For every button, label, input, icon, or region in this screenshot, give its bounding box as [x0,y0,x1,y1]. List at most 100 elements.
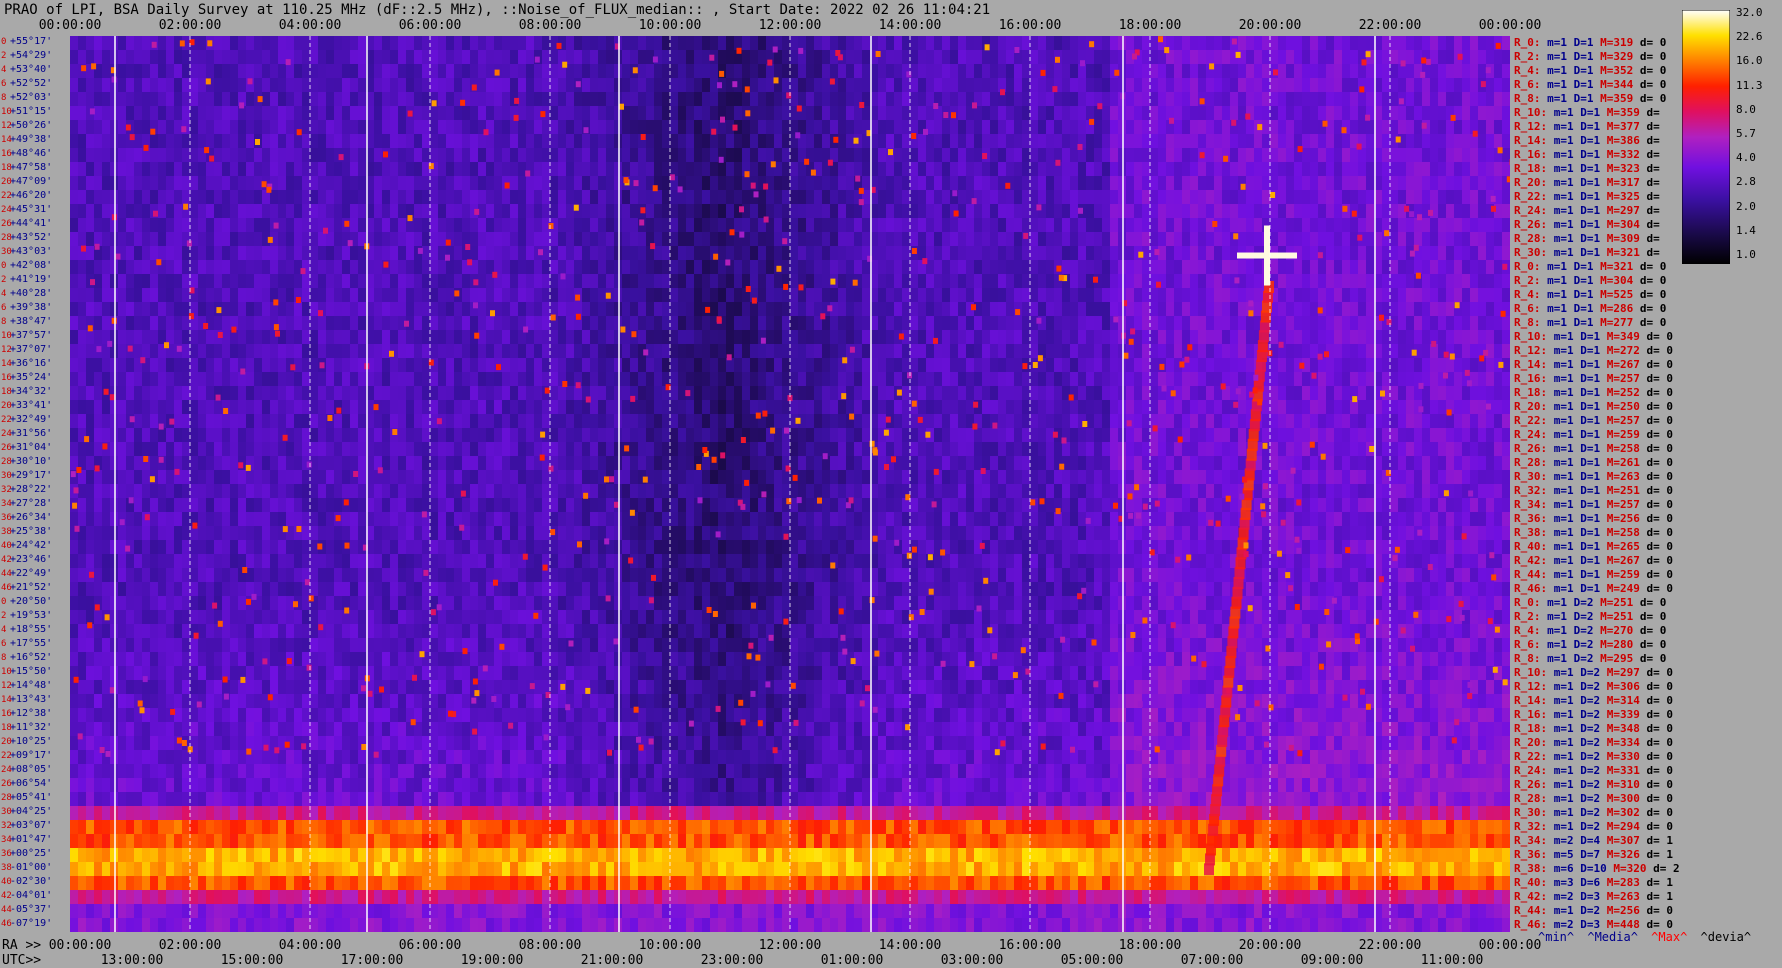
row-index: 22 [1,751,12,761]
stat-min: m=1 [1547,91,1574,105]
stat-row: R_4: m=1 D=1 M=525 d= 0 [1514,288,1666,301]
row-index: 12 [1,681,12,691]
colorbar-tick-label: 4.0 [1736,151,1756,165]
stat-devia: d= 0 [1646,553,1674,567]
stat-row: R_40: m=3 D=6 M=283 d= 1 [1514,875,1673,889]
stat-median: D=1 [1580,343,1607,357]
stat-devia: d= 0 [1646,749,1674,763]
stat-max: M=302 [1606,805,1647,819]
stat-min: m=1 [1553,679,1581,693]
stat-row: R_16: m=1 D=2 M=339 d= 0 [1514,707,1673,721]
stat-devia: d= [1646,105,1660,119]
stat-min: m=1 [1547,77,1574,91]
declination-label: +27°28' [10,498,53,509]
stat-row: R_46: m=1 D=1 M=249 d= 0 [1514,582,1673,595]
stat-max: M=329 [1600,49,1640,63]
declination-label: -04°01' [10,890,53,901]
colorbar-tick-label: 2.8 [1736,175,1756,189]
stat-row-id: R_24: [1514,763,1554,777]
stat-min: m=1 [1553,357,1581,371]
stat-max: M=352 [1600,63,1640,77]
stat-row-id: R_4: [1514,623,1548,637]
stat-row: R_44: m=1 D=2 M=256 d= 0 [1514,904,1673,917]
stat-min: m=1 [1553,805,1581,819]
stat-min: m=1 [1553,553,1581,567]
stat-row: R_32: m=1 D=1 M=251 d= 0 [1514,484,1673,497]
stat-row-id: R_36: [1514,511,1554,525]
row-index: 44 [1,905,12,915]
stat-devia: d= [1646,189,1660,203]
stat-median: D=1 [1573,35,1601,49]
stat-devia: d= 0 [1646,357,1674,371]
ra-tick-label: 18:00:00 [1118,938,1182,953]
declination-label: +54°29' [10,50,53,61]
stat-row-id: R_12: [1514,343,1554,357]
ra-tick-label: 02:00:00 [158,938,222,953]
stat-max: M=258 [1606,441,1647,455]
stat-row: R_28: m=1 D=2 M=300 d= 0 [1514,791,1673,805]
stat-row: R_24: m=1 D=1 M=297 d= [1514,204,1660,217]
stat-median: D=1 [1580,147,1607,161]
stat-row: R_22: m=1 D=1 M=257 d= 0 [1514,414,1673,427]
stat-devia: d= 0 [1646,525,1674,539]
declination-label: +05°41' [10,792,53,803]
stat-devia: d= [1646,161,1660,175]
stat-median: D=1 [1580,469,1607,483]
stat-devia: d= 0 [1639,91,1667,105]
stat-median: D=3 [1580,917,1607,931]
stat-max: M=325 [1606,189,1647,203]
utc-tick-label: 17:00:00 [340,953,404,968]
declination-label: +36°16' [10,358,53,369]
stat-median: D=1 [1573,315,1601,329]
stat-median: D=1 [1580,175,1607,189]
stat-devia: d= 0 [1646,735,1674,749]
stat-median: D=2 [1580,819,1607,833]
declination-label: +08°05' [10,764,53,775]
stat-max: M=306 [1606,679,1647,693]
stat-row: R_32: m=1 D=2 M=294 d= 0 [1514,819,1673,833]
stat-devia: d= 0 [1639,259,1667,273]
stat-row-id: R_34: [1514,833,1554,847]
stat-min: m=1 [1553,819,1581,833]
top-tick-label: 00:00:00 [1478,18,1542,33]
stat-row-id: R_6: [1514,301,1548,315]
utc-tick-label: 07:00:00 [1180,953,1244,968]
stat-median: D=2 [1580,791,1607,805]
stat-median: D=1 [1580,399,1607,413]
stat-min: m=1 [1553,441,1581,455]
stat-devia: d= 0 [1646,371,1674,385]
stat-devia: d= 0 [1646,441,1674,455]
chart-title: PRAO of LPI, BSA Daily Survey at 110.25 … [4,2,991,18]
stat-devia: d= 0 [1646,427,1674,441]
stat-max: M=320 [1613,861,1654,875]
declination-label: +34°32' [10,386,53,397]
declination-label: +47°58' [10,162,53,173]
stat-row-id: R_36: [1514,847,1554,861]
row-index: 36 [1,513,12,523]
stat-median: D=2 [1580,777,1607,791]
stat-row: R_10: m=1 D=1 M=349 d= 0 [1514,329,1673,343]
stat-median: D=1 [1580,161,1607,175]
stat-max: M=263 [1606,469,1647,483]
stat-median: D=1 [1580,329,1607,343]
row-index: 18 [1,163,12,173]
stat-row-id: R_30: [1514,245,1554,259]
stat-min: m=1 [1547,49,1574,63]
row-index: 24 [1,429,12,439]
stat-devia: d= 0 [1639,301,1667,315]
stat-row: R_28: m=1 D=1 M=309 d= [1514,232,1660,245]
row-index: 20 [1,737,12,747]
row-index: 10 [1,667,12,677]
stat-median: D=1 [1573,63,1601,77]
declination-label: +37°57' [10,330,53,341]
stat-median: D=2 [1580,707,1607,721]
stat-row-id: R_40: [1514,875,1554,889]
stat-max: M=359 [1600,91,1640,105]
stat-median: D=1 [1580,217,1607,231]
stat-row-id: R_26: [1514,441,1554,455]
stat-max: M=250 [1606,399,1647,413]
declination-label: +31°04' [10,442,53,453]
stat-median: D=1 [1580,357,1607,371]
declination-label: +43°52' [10,232,53,243]
stat-devia: d= 0 [1646,385,1674,399]
